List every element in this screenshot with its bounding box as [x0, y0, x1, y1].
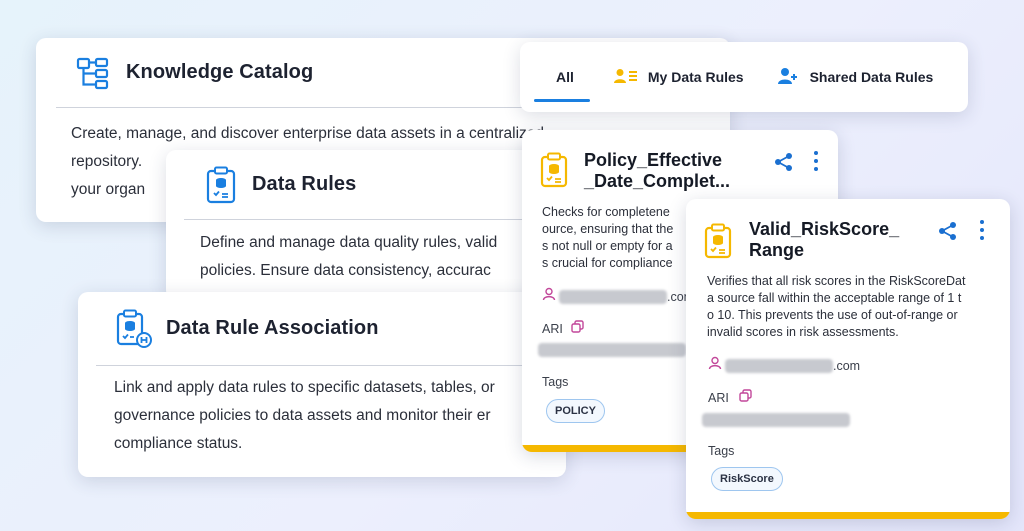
rule-title-line: _Date_Complet...: [584, 171, 731, 191]
ari-value-redacted: [538, 343, 686, 357]
ari-label: ARI: [708, 391, 729, 405]
tab-my-data-rules-label: My Data Rules: [647, 69, 744, 85]
user-list-icon: [613, 68, 638, 87]
share-icon[interactable]: [774, 152, 794, 177]
rule-desc-line: Verifies that all risk scores in the Ris…: [707, 274, 966, 288]
copy-icon[interactable]: [571, 320, 584, 338]
data-rule-association-desc-line: compliance status.: [114, 435, 243, 452]
rule-desc-line: invalid scores in risk assessments.: [707, 325, 899, 339]
data-rule-association-desc-line: Link and apply data rules to specific da…: [114, 379, 495, 396]
tab-my-data-rules[interactable]: My Data Rules: [604, 42, 776, 112]
user-icon: [708, 356, 722, 375]
data-rule-association-desc-line: governance policies to data assets and m…: [114, 407, 491, 424]
hierarchy-icon: [76, 56, 110, 90]
tags-label: Tags: [542, 375, 569, 389]
data-rule-association-title: Data Rule Association: [166, 317, 379, 339]
data-rules-desc-line: policies. Ensure data consistency, accur…: [200, 262, 491, 279]
clipboard-database-icon: [206, 166, 236, 204]
rule-title-line: Policy_Effective: [584, 150, 723, 170]
rule-card-accent-bar: [686, 512, 1010, 519]
data-rules-desc-line: Define and manage data quality rules, va…: [200, 234, 498, 251]
owner-email-redacted: [559, 289, 667, 304]
tags-label: Tags: [708, 444, 735, 458]
copy-icon[interactable]: [739, 389, 752, 407]
user-add-icon: [777, 67, 798, 88]
clipboard-database-icon: [704, 223, 732, 264]
tag-policy[interactable]: POLICY: [546, 399, 605, 423]
data-rule-association-card[interactable]: Data Rule Association Link and apply dat…: [78, 292, 566, 477]
tab-all[interactable]: All: [520, 42, 604, 112]
more-options-icon[interactable]: [814, 151, 818, 171]
clipboard-database-icon: [540, 152, 568, 193]
rule-title-line: Valid_RiskScore_: [749, 219, 900, 239]
rule-filter-tabs: All My Data Rules Shared Data Rules: [520, 42, 968, 112]
active-tab-indicator: [534, 99, 590, 102]
share-icon[interactable]: [938, 221, 958, 246]
rule-desc-line: o 10. This prevents the use of out-of-ra…: [707, 308, 958, 322]
owner-row: .com: [542, 287, 694, 306]
rule-title-line: Range: [749, 240, 805, 260]
knowledge-catalog-title: Knowledge Catalog: [126, 61, 314, 83]
tag-riskscore[interactable]: RiskScore: [711, 467, 783, 491]
tab-shared-data-rules-label: Shared Data Rules: [809, 69, 934, 85]
ari-value-redacted: [702, 413, 850, 427]
owner-email-redacted: [725, 358, 833, 373]
tab-shared-data-rules[interactable]: Shared Data Rules: [776, 42, 944, 112]
clipboard-link-icon: [116, 309, 152, 349]
owner-email-suffix: .com: [833, 358, 861, 373]
rule-desc-line: a source fall within the acceptable rang…: [707, 291, 962, 305]
tab-all-label: All: [556, 69, 574, 85]
user-icon: [542, 287, 556, 306]
ari-label: ARI: [542, 322, 563, 336]
owner-row: .com: [708, 356, 860, 375]
data-rules-title: Data Rules: [252, 173, 357, 195]
more-options-icon[interactable]: [980, 220, 984, 240]
rule-card-risk-score[interactable]: Valid_RiskScore_ Range Verifies that all…: [686, 199, 1010, 519]
data-rules-card[interactable]: Data Rules Define and manage data qualit…: [166, 150, 576, 300]
